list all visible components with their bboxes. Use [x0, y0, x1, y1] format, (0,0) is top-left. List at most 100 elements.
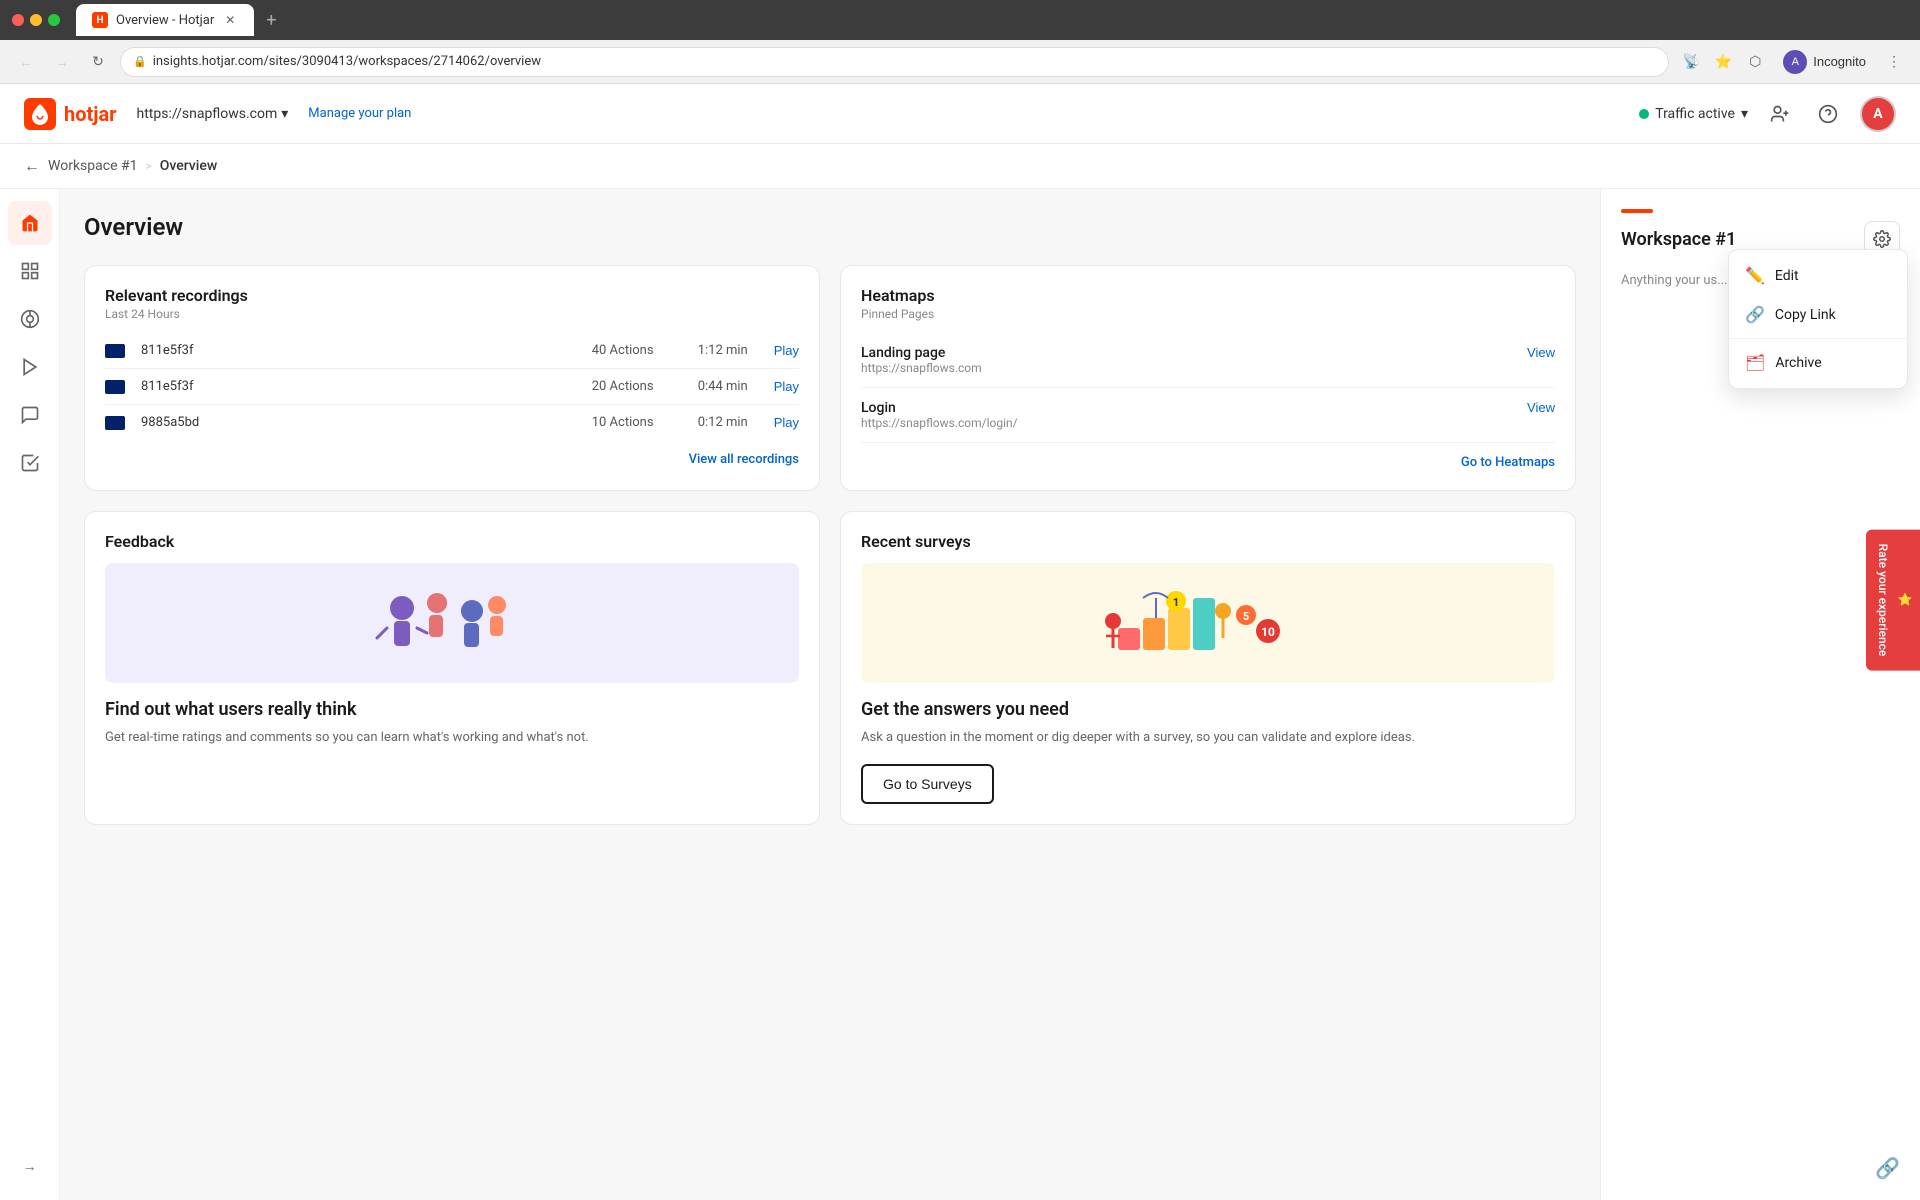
browser-menu-button[interactable]: ⋮: [1880, 48, 1908, 76]
app-body: → Overview Relevant recordings Last 24 H…: [0, 189, 1920, 1200]
heatmap-view-button-2[interactable]: View: [1527, 400, 1555, 415]
close-dot[interactable]: [12, 14, 24, 26]
recording-time-2: 0:44 min: [698, 379, 758, 394]
sidebar-item-home[interactable]: [8, 201, 52, 245]
flag-icon-2: [105, 380, 125, 394]
recording-actions-2: 20 Actions: [592, 379, 682, 394]
add-user-button[interactable]: [1764, 98, 1796, 130]
rate-experience-icon: ⭐: [1898, 593, 1912, 608]
go-to-heatmaps-link[interactable]: Go to Heatmaps: [861, 455, 1555, 470]
heatmap-item-1: Landing page https://snapflows.com View: [861, 333, 1555, 388]
feedback-svg: [342, 573, 562, 673]
rate-experience-label: Rate your experience: [1876, 544, 1890, 657]
heatmap-info-2: Login https://snapflows.com/login/: [861, 400, 1527, 430]
main-content: Overview Relevant recordings Last 24 Hou…: [60, 189, 1600, 1200]
heatmap-item-2: Login https://snapflows.com/login/ View: [861, 388, 1555, 443]
heatmap-info-1: Landing page https://snapflows.com: [861, 345, 1527, 375]
breadcrumb-separator: >: [145, 159, 151, 173]
recording-time-3: 0:12 min: [698, 415, 758, 430]
extension-icon[interactable]: ⬡: [1741, 48, 1769, 76]
breadcrumb-workspace[interactable]: Workspace #1: [48, 158, 137, 174]
incognito-avatar: A: [1783, 50, 1807, 74]
flag-icon-3: [105, 416, 125, 430]
browser-tab[interactable]: H Overview - Hotjar ✕: [76, 4, 254, 36]
play-button-3[interactable]: Play: [774, 415, 799, 430]
go-to-surveys-button[interactable]: Go to Surveys: [861, 764, 994, 804]
sidebar-item-dashboard[interactable]: [8, 249, 52, 293]
breadcrumb-back-button[interactable]: ←: [24, 156, 40, 176]
traffic-active-button[interactable]: Traffic active ▾: [1639, 106, 1748, 122]
bookmark-icon[interactable]: ⭐: [1709, 48, 1737, 76]
tab-close-button[interactable]: ✕: [222, 12, 238, 28]
site-url-display: https://snapflows.com ▾: [137, 106, 289, 122]
feedback-card: Feedback: [84, 511, 820, 825]
surveys-description: Ask a question in the moment or dig deep…: [861, 728, 1555, 748]
sidebar-item-recordings[interactable]: [8, 345, 52, 389]
heatmaps-card-title: Heatmaps: [861, 286, 1555, 305]
user-initial: A: [1873, 106, 1882, 122]
recording-id-1: 811e5f3f: [141, 343, 576, 358]
site-url-chevron: ▾: [281, 106, 288, 122]
sidebar: →: [0, 189, 60, 1200]
sidebar-item-surveys[interactable]: [8, 441, 52, 485]
heatmap-url-1: https://snapflows.com: [861, 361, 1527, 375]
minimize-dot[interactable]: [30, 14, 42, 26]
new-tab-button[interactable]: +: [266, 10, 276, 31]
heatmap-view-button-1[interactable]: View: [1527, 345, 1555, 360]
address-bar[interactable]: 🔒 insights.hotjar.com/sites/3090413/work…: [120, 47, 1669, 77]
lock-icon: 🔒: [133, 55, 147, 68]
sidebar-expand-button[interactable]: →: [8, 1144, 52, 1188]
feedback-card-title: Feedback: [105, 532, 799, 551]
browser-chrome: H Overview - Hotjar ✕ +: [0, 0, 1920, 40]
breadcrumb: ← Workspace #1 > Overview: [0, 144, 1920, 189]
refresh-button[interactable]: ↻: [84, 48, 112, 76]
link-icon-bottom[interactable]: 🔗: [1875, 1156, 1900, 1180]
breadcrumb-current-page: Overview: [160, 158, 217, 174]
page-title: Overview: [84, 213, 1576, 241]
incognito-button[interactable]: A Incognito: [1773, 46, 1876, 78]
dropdown-item-edit[interactable]: ✏️ Edit: [1729, 256, 1907, 295]
table-row: 811e5f3f 20 Actions 0:44 min Play: [105, 369, 799, 405]
back-button[interactable]: ←: [12, 48, 40, 76]
surveys-icon: [20, 453, 40, 473]
heatmaps-card-header: Heatmaps Pinned Pages: [861, 286, 1555, 321]
recording-id-3: 9885a5bd: [141, 415, 576, 430]
view-all-recordings-link[interactable]: View all recordings: [105, 452, 799, 467]
incognito-label: Incognito: [1813, 54, 1866, 69]
feedback-description: Get real-time ratings and comments so yo…: [105, 728, 799, 748]
user-avatar[interactable]: A: [1860, 96, 1896, 132]
top-cards-row: Relevant recordings Last 24 Hours 811e5f…: [84, 265, 1576, 491]
dropdown-item-archive[interactable]: 🗂 Archive: [1729, 343, 1907, 382]
cast-icon[interactable]: 📡: [1677, 48, 1705, 76]
dropdown-copy-label: Copy Link: [1775, 307, 1836, 323]
dropdown-separator: [1729, 338, 1907, 339]
play-button-1[interactable]: Play: [774, 343, 799, 358]
heatmap-url-2: https://snapflows.com/login/: [861, 416, 1527, 430]
browser-nav-icons: 📡 ⭐ ⬡ A Incognito ⋮: [1677, 46, 1908, 78]
browser-dots: [12, 14, 60, 26]
maximize-dot[interactable]: [48, 14, 60, 26]
dropdown-archive-label: Archive: [1775, 355, 1821, 371]
help-button[interactable]: [1812, 98, 1844, 130]
sidebar-item-heatmaps[interactable]: [8, 297, 52, 341]
svg-text:10: 10: [1261, 625, 1275, 639]
recordings-card-header: Relevant recordings Last 24 Hours: [105, 286, 799, 321]
manage-plan-link[interactable]: Manage your plan: [308, 106, 411, 121]
play-button-2[interactable]: Play: [774, 379, 799, 394]
traffic-active-label: Traffic active: [1655, 106, 1735, 122]
recordings-icon: [20, 357, 40, 377]
site-url-text: https://snapflows.com: [137, 106, 278, 122]
heatmap-name-2: Login: [861, 400, 1527, 416]
settings-icon: [1873, 230, 1891, 248]
table-row: 811e5f3f 40 Actions 1:12 min Play: [105, 333, 799, 369]
workspace-accent-bar: [1621, 209, 1653, 213]
forward-button[interactable]: →: [48, 48, 76, 76]
surveys-card: Recent surveys: [840, 511, 1576, 825]
table-row: 9885a5bd 10 Actions 0:12 min Play: [105, 405, 799, 440]
dropdown-item-copy-link[interactable]: 🔗 Copy Link: [1729, 295, 1907, 334]
rate-experience-tab[interactable]: ⭐ Rate your experience: [1866, 530, 1920, 671]
feedback-heading: Find out what users really think: [105, 699, 799, 720]
hotjar-logo[interactable]: hotjar: [24, 98, 117, 130]
sidebar-item-feedback[interactable]: [8, 393, 52, 437]
copy-link-icon: 🔗: [1745, 305, 1765, 324]
